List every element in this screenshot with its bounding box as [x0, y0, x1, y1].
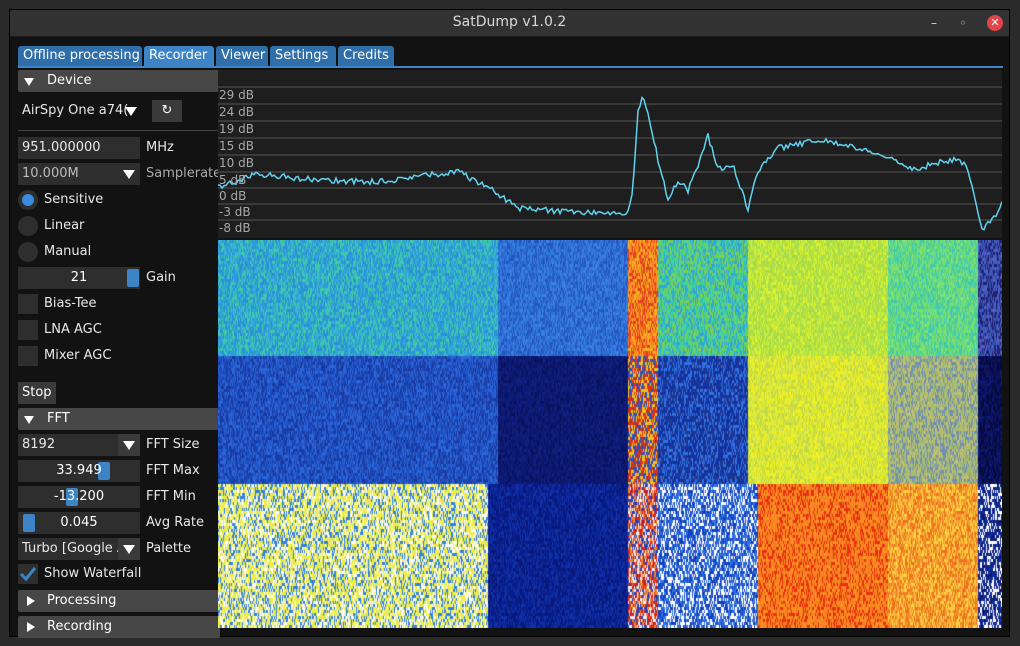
db-label: -3 dB — [219, 205, 251, 219]
avg-rate-handle[interactable] — [23, 514, 35, 532]
db-label: -8 dB — [219, 221, 251, 235]
minimize-icon[interactable]: – — [926, 15, 942, 31]
collapse-down-icon — [24, 416, 34, 424]
db-label: 24 dB — [219, 105, 254, 119]
close-icon[interactable]: ✕ — [987, 15, 1003, 31]
processing-section-header[interactable]: Processing — [18, 590, 220, 612]
device-header-label: Device — [47, 73, 92, 88]
frequency-unit-label: MHz — [146, 140, 174, 155]
fft-section-header[interactable]: FFT — [18, 408, 220, 430]
sensitive-radio[interactable] — [18, 190, 38, 210]
fft-max-slider[interactable]: 33.949 — [18, 460, 140, 482]
db-label: 29 dB — [219, 88, 254, 102]
lna-agc-checkbox[interactable] — [18, 320, 38, 340]
tab-settings[interactable]: Settings — [270, 46, 336, 66]
refresh-icon: ↻ — [161, 103, 173, 118]
restore-icon[interactable]: ◦ — [955, 15, 971, 31]
fft-size-label: FFT Size — [146, 437, 200, 452]
expand-right-icon — [27, 622, 35, 632]
recorder-sidebar: Device AirSpy One a74( ↻ 951.000000 MHz … — [18, 70, 222, 638]
chevron-down-icon[interactable] — [118, 434, 140, 456]
refresh-button[interactable]: ↻ — [152, 100, 182, 122]
checkmark-icon — [19, 567, 37, 582]
chevron-down-icon[interactable] — [118, 163, 140, 185]
avg-rate-value: 0.045 — [60, 515, 98, 530]
fft-min-value: -13.200 — [53, 489, 105, 504]
linear-label: Linear — [44, 218, 85, 233]
fft-max-label: FFT Max — [146, 463, 200, 478]
manual-radio[interactable] — [18, 242, 38, 262]
spectrum-trace — [218, 96, 1002, 231]
tab-offline-processing[interactable]: Offline processing — [18, 46, 142, 66]
show-waterfall-label: Show Waterfall — [44, 566, 142, 581]
palette-label: Palette — [146, 541, 192, 556]
tab-underline — [18, 66, 1003, 68]
sensitive-label: Sensitive — [44, 192, 104, 207]
fft-min-slider[interactable]: -13.200 — [18, 486, 140, 508]
gain-label: Gain — [146, 270, 176, 285]
recording-section-header[interactable]: Recording — [18, 616, 220, 638]
db-label: 19 dB — [219, 122, 254, 136]
gain-slider[interactable]: 21 — [18, 267, 140, 289]
tab-credits[interactable]: Credits — [338, 46, 394, 66]
chevron-down-icon[interactable] — [118, 538, 140, 560]
title-bar[interactable]: SatDump v1.0.2 – ◦ ✕ — [10, 10, 1009, 37]
mixer-agc-label: Mixer AGC — [44, 348, 112, 363]
avg-rate-label: Avg Rate — [146, 515, 205, 530]
gain-value: 21 — [70, 270, 88, 285]
waterfall-display[interactable] — [218, 240, 1002, 628]
fft-header-label: FFT — [47, 411, 70, 426]
collapse-down-icon — [24, 78, 34, 86]
linear-radio[interactable] — [18, 216, 38, 236]
fft-max-value: 33.949 — [56, 463, 102, 478]
expand-right-icon — [27, 596, 35, 606]
window-title: SatDump v1.0.2 — [452, 14, 567, 30]
fft-spectrum-plot[interactable]: 29 dB 24 dB 19 dB 15 dB 10 dB 5 dB 0 dB … — [218, 70, 1002, 238]
tab-recorder[interactable]: Recorder — [144, 46, 214, 66]
processing-header-label: Processing — [47, 593, 117, 608]
recording-header-label: Recording — [47, 619, 113, 634]
db-label: 10 dB — [219, 156, 254, 170]
db-label: 0 dB — [219, 189, 247, 203]
bias-tee-checkbox[interactable] — [18, 294, 38, 314]
gain-slider-handle[interactable] — [127, 269, 139, 287]
avg-rate-slider[interactable]: 0.045 — [18, 512, 140, 534]
fft-min-label: FFT Min — [146, 489, 196, 504]
samplerate-label: Samplerate — [146, 166, 222, 181]
db-label: 15 dB — [219, 139, 254, 153]
tab-viewer[interactable]: Viewer — [216, 46, 268, 66]
spectrum-graph — [218, 86, 1002, 231]
chevron-down-icon[interactable] — [120, 100, 142, 122]
manual-label: Manual — [44, 244, 92, 259]
stop-button[interactable]: Stop — [18, 382, 56, 404]
lna-agc-label: LNA AGC — [44, 322, 102, 337]
show-waterfall-checkbox[interactable] — [18, 564, 38, 584]
divider — [18, 130, 220, 131]
mixer-agc-checkbox[interactable] — [18, 346, 38, 366]
db-label: 5 dB — [219, 173, 247, 187]
bias-tee-label: Bias-Tee — [44, 296, 97, 311]
device-section-header[interactable]: Device — [18, 70, 220, 92]
frequency-input[interactable]: 951.000000 — [18, 137, 140, 159]
